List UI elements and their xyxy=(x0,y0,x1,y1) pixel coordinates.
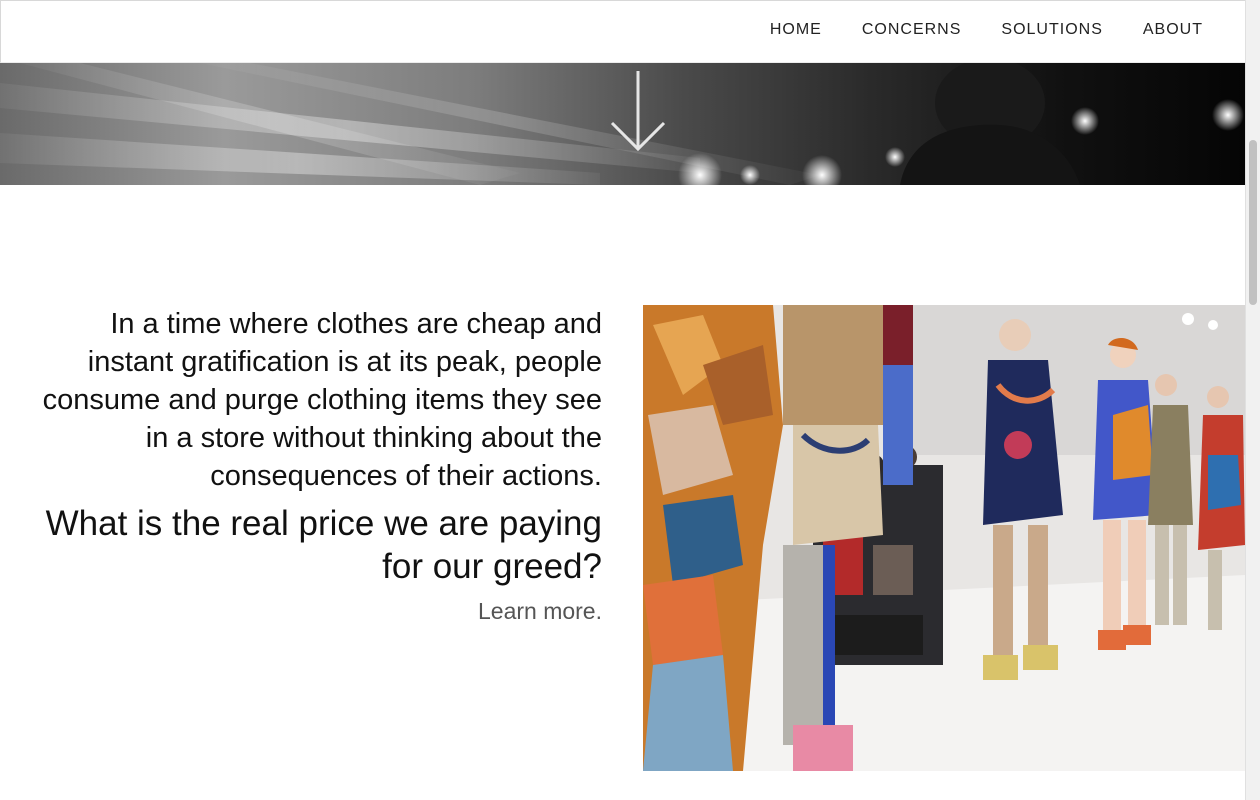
nav-solutions-link[interactable]: SOLUTIONS xyxy=(1001,21,1102,39)
nav-about-link[interactable]: ABOUT xyxy=(1143,21,1203,39)
arrow-down-icon[interactable] xyxy=(608,69,668,155)
intro-text-block: In a time where clothes are cheap and in… xyxy=(20,305,602,625)
nav-home-link[interactable]: HOME xyxy=(770,21,822,39)
scrollbar-thumb[interactable] xyxy=(1249,140,1257,305)
main-nav: HOME CONCERNS SOLUTIONS ABOUT xyxy=(730,21,1203,39)
hero-banner xyxy=(0,63,1245,185)
vertical-scrollbar[interactable] xyxy=(1245,0,1260,800)
question-heading: What is the real price we are paying for… xyxy=(45,504,602,586)
runway-photo-graphic xyxy=(643,305,1245,771)
nav-concerns-link[interactable]: CONCERNS xyxy=(862,21,962,39)
runway-fashion-show-photo xyxy=(643,305,1245,771)
intro-paragraph: In a time where clothes are cheap and in… xyxy=(42,308,602,492)
learn-more-link[interactable]: Learn more. xyxy=(478,598,602,625)
top-navbar: HOME CONCERNS SOLUTIONS ABOUT xyxy=(0,0,1245,63)
